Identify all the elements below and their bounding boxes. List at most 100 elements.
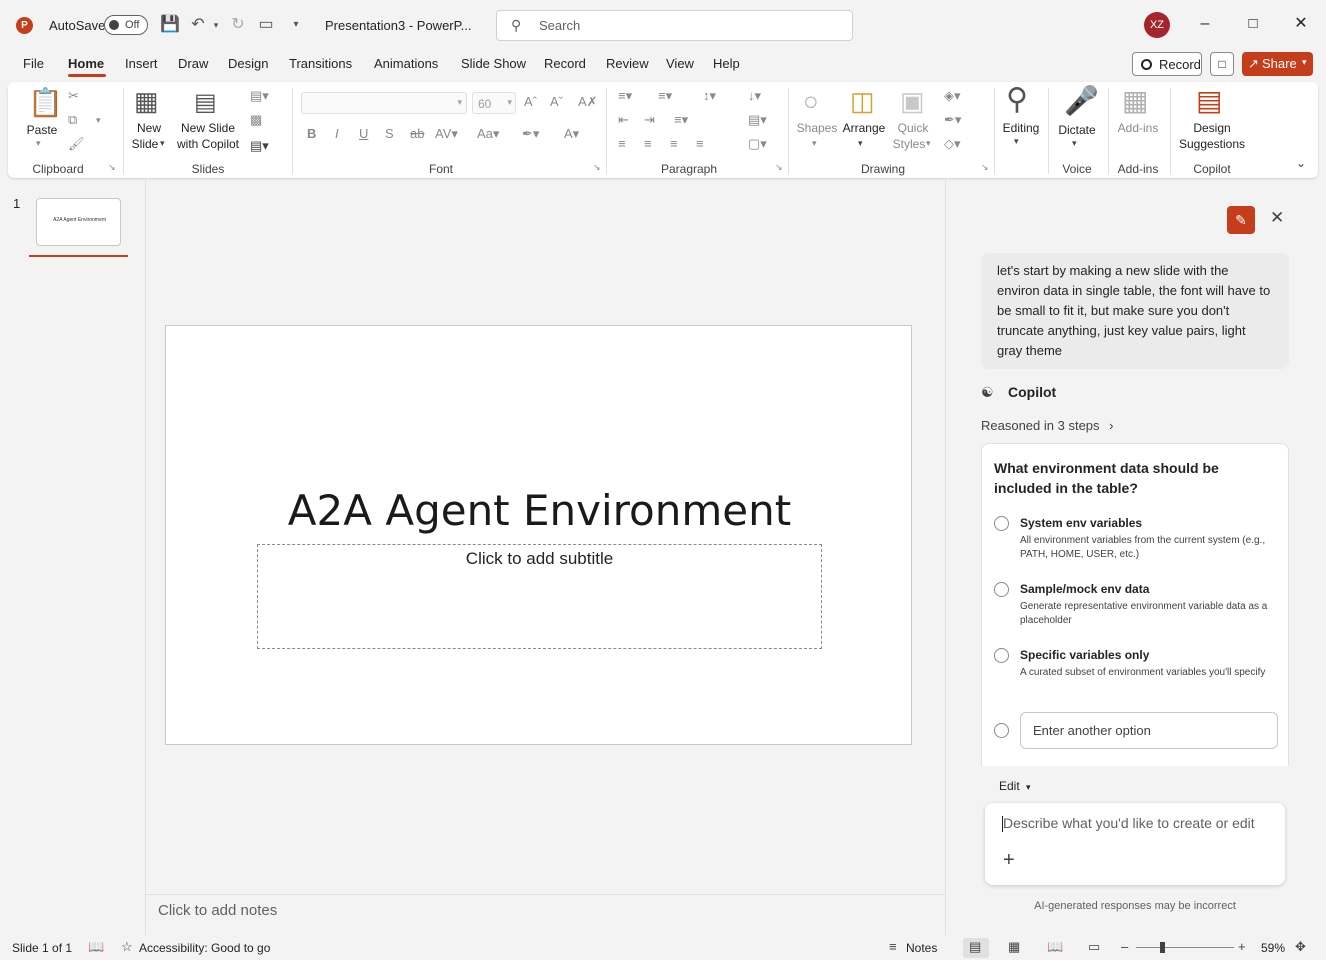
quick-styles-label-2[interactable]: Styles bbox=[888, 136, 930, 152]
tab-review[interactable]: Review bbox=[606, 56, 649, 71]
drawing-launcher-icon[interactable]: ↘ bbox=[981, 162, 989, 173]
section-icon[interactable]: ▤▾ bbox=[250, 138, 269, 154]
minimize-icon[interactable]: – bbox=[1193, 12, 1217, 36]
notes-icon[interactable]: ≡ bbox=[889, 939, 897, 954]
new-slide-copilot-icon[interactable]: ▤ bbox=[194, 88, 217, 117]
text-direction-icon[interactable]: ↓▾ bbox=[748, 88, 761, 104]
italic-icon[interactable]: I bbox=[335, 126, 339, 141]
mode-dropdown[interactable]: Edit ▾ bbox=[999, 779, 1031, 793]
shape-fill-icon[interactable]: ◈▾ bbox=[944, 88, 961, 104]
reasoning-toggle[interactable]: Reasoned in 3 steps › bbox=[981, 418, 1114, 433]
new-chat-button[interactable]: ✎ bbox=[1227, 206, 1255, 234]
slideshow-view-icon[interactable]: ▭ bbox=[1088, 939, 1100, 955]
microphone-icon[interactable]: 🎤 bbox=[1064, 84, 1099, 117]
collapse-ribbon-icon[interactable]: ⌄ bbox=[1296, 156, 1306, 170]
arrange-label[interactable]: Arrange bbox=[840, 120, 888, 136]
shape-effects-icon[interactable]: ◇▾ bbox=[944, 136, 961, 152]
font-size-select[interactable]: 60 ▾ bbox=[472, 92, 516, 114]
cut-icon[interactable]: ✂ bbox=[68, 88, 79, 104]
save-icon[interactable]: 💾 bbox=[160, 14, 180, 36]
reading-view-icon[interactable]: 📖 bbox=[1047, 939, 1063, 955]
bold-icon[interactable]: B bbox=[307, 126, 316, 141]
smartart-icon[interactable]: ▢▾ bbox=[748, 136, 767, 152]
arrange-icon[interactable]: ◫ bbox=[850, 86, 875, 117]
option-radio-sample[interactable] bbox=[994, 582, 1009, 597]
subtitle-placeholder[interactable]: Click to add subtitle bbox=[257, 544, 822, 649]
undo-icon[interactable]: ↶ bbox=[188, 14, 208, 36]
present-icon[interactable]: ▭ bbox=[256, 14, 276, 36]
new-slide-icon[interactable]: ▦ bbox=[134, 86, 159, 117]
quick-styles-dropdown-icon[interactable]: ▾ bbox=[926, 138, 931, 149]
spelling-icon[interactable]: 📖 bbox=[88, 939, 104, 955]
tab-help[interactable]: Help bbox=[713, 56, 740, 71]
align-right-icon[interactable]: ≡ bbox=[670, 136, 678, 151]
columns-icon[interactable]: ≡▾ bbox=[674, 112, 688, 128]
layout-icon[interactable]: ▤▾ bbox=[250, 88, 269, 104]
shapes-dropdown-icon[interactable]: ▾ bbox=[812, 138, 817, 149]
tab-animations[interactable]: Animations bbox=[374, 56, 438, 71]
tab-insert[interactable]: Insert bbox=[125, 56, 158, 71]
font-family-select[interactable]: ▾ bbox=[301, 92, 467, 114]
design-suggestions-label-2[interactable]: Suggestions bbox=[1174, 136, 1250, 152]
add-ins-button[interactable]: Add-ins bbox=[1112, 120, 1164, 136]
tab-slide-show[interactable]: Slide Show bbox=[461, 56, 526, 71]
align-left-icon[interactable]: ≡ bbox=[618, 136, 626, 151]
editing-button[interactable]: Editing bbox=[998, 120, 1044, 136]
new-slide-dropdown-icon[interactable]: ▾ bbox=[160, 138, 165, 149]
notes-placeholder[interactable]: Click to add notes bbox=[158, 902, 277, 919]
design-suggestions-icon[interactable]: ▤ bbox=[1196, 84, 1222, 117]
line-spacing-icon[interactable]: ↕▾ bbox=[703, 88, 716, 104]
pane-divider[interactable] bbox=[145, 180, 146, 935]
tab-draw[interactable]: Draw bbox=[178, 56, 208, 71]
autosave-toggle[interactable]: Off bbox=[104, 15, 148, 35]
quick-styles-icon[interactable]: ▣ bbox=[900, 86, 925, 117]
option-radio-system[interactable] bbox=[994, 516, 1009, 531]
bullets-icon[interactable]: ≡▾ bbox=[618, 88, 632, 104]
character-spacing-icon[interactable]: AV▾ bbox=[435, 126, 458, 142]
accessibility-status[interactable]: Accessibility: Good to go bbox=[139, 941, 270, 955]
record-button[interactable]: Record bbox=[1132, 52, 1202, 76]
customize-toolbar-icon[interactable]: ▾ bbox=[286, 14, 306, 36]
tab-design[interactable]: Design bbox=[228, 56, 268, 71]
option-radio-specific[interactable] bbox=[994, 648, 1009, 663]
highlight-icon[interactable]: ✒▾ bbox=[522, 126, 539, 142]
new-slide-copilot-label-2[interactable]: with Copilot bbox=[172, 136, 244, 152]
reset-icon[interactable]: ▩ bbox=[250, 112, 262, 128]
decrease-font-icon[interactable]: Aˇ bbox=[550, 94, 563, 109]
change-case-icon[interactable]: Aa▾ bbox=[477, 126, 499, 142]
shape-outline-icon[interactable]: ✒▾ bbox=[944, 112, 961, 128]
align-text-icon[interactable]: ▤▾ bbox=[748, 112, 767, 128]
tab-home[interactable]: Home bbox=[68, 56, 104, 71]
paragraph-launcher-icon[interactable]: ↘ bbox=[775, 162, 783, 173]
add-ins-icon[interactable]: ▦ bbox=[1122, 84, 1148, 117]
add-attachment-icon[interactable]: + bbox=[1003, 849, 1015, 872]
option-title-specific[interactable]: Specific variables only bbox=[1020, 648, 1149, 662]
shapes-label[interactable]: Shapes bbox=[794, 120, 840, 136]
search-box[interactable]: ⚲ Search bbox=[496, 10, 853, 41]
close-copilot-icon[interactable]: ✕ bbox=[1270, 208, 1284, 228]
underline-icon[interactable]: U bbox=[359, 126, 368, 141]
slide-canvas[interactable]: A2A Agent Environment Click to add subti… bbox=[165, 325, 912, 745]
option-radio-other[interactable] bbox=[994, 723, 1009, 738]
zoom-slider[interactable] bbox=[1136, 947, 1234, 948]
option-title-sample[interactable]: Sample/mock env data bbox=[1020, 582, 1149, 596]
find-icon[interactable]: ⚲ bbox=[1006, 82, 1028, 117]
copilot-pane-divider[interactable] bbox=[945, 180, 946, 935]
zoom-level[interactable]: 59% bbox=[1261, 941, 1285, 955]
numbering-icon[interactable]: ≡▾ bbox=[658, 88, 672, 104]
copy-icon[interactable]: ⧉ bbox=[68, 112, 77, 128]
increase-indent-icon[interactable]: ⇥ bbox=[644, 112, 655, 128]
design-suggestions-label-1[interactable]: Design bbox=[1174, 120, 1250, 136]
shapes-icon[interactable]: ○ bbox=[803, 86, 819, 117]
accessibility-icon[interactable]: ☆ bbox=[121, 939, 133, 955]
other-option-input[interactable]: Enter another option bbox=[1020, 712, 1278, 749]
fit-to-window-icon[interactable]: ✥ bbox=[1295, 939, 1306, 955]
decrease-indent-icon[interactable]: ⇤ bbox=[618, 112, 629, 128]
undo-dropdown-icon[interactable]: ▾ bbox=[206, 14, 226, 36]
slide-sorter-icon[interactable]: ▦ bbox=[1008, 939, 1020, 955]
justify-icon[interactable]: ≡ bbox=[696, 136, 704, 151]
zoom-out-icon[interactable]: – bbox=[1121, 939, 1128, 954]
zoom-slider-thumb[interactable] bbox=[1160, 942, 1165, 953]
redo-icon[interactable]: ↻ bbox=[228, 14, 248, 36]
dictate-button[interactable]: Dictate bbox=[1054, 122, 1100, 138]
